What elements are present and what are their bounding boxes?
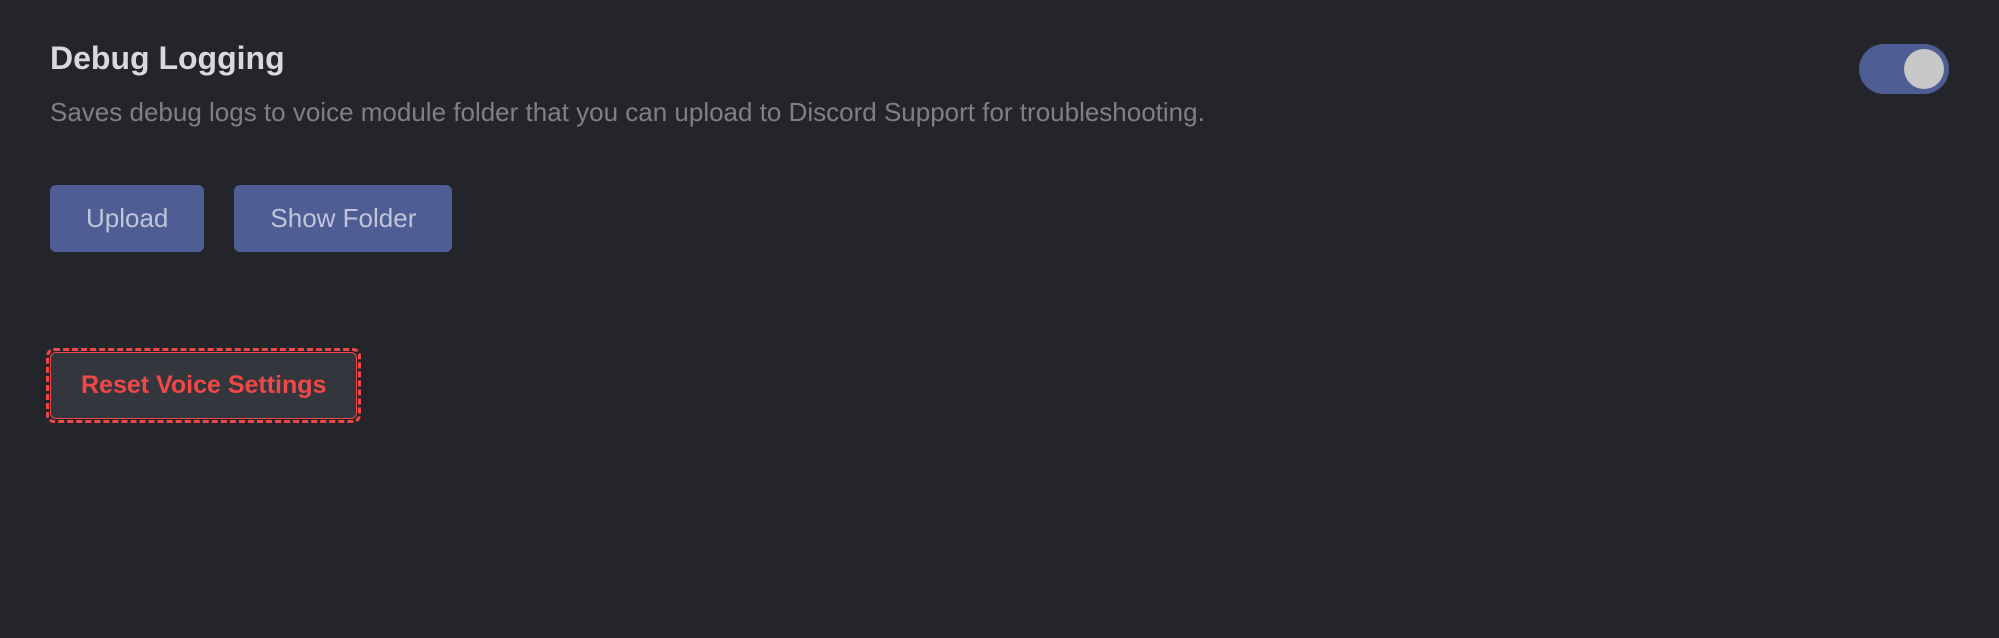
toggle-knob xyxy=(1904,49,1944,89)
reset-voice-settings-button[interactable]: Reset Voice Settings xyxy=(50,352,357,419)
show-folder-button[interactable]: Show Folder xyxy=(234,185,452,252)
upload-button[interactable]: Upload xyxy=(50,185,204,252)
debug-logging-title: Debug Logging xyxy=(50,40,285,77)
debug-button-row: Upload Show Folder xyxy=(50,185,1949,252)
debug-logging-toggle[interactable] xyxy=(1859,44,1949,94)
debug-logging-description: Saves debug logs to voice module folder … xyxy=(50,94,1949,130)
